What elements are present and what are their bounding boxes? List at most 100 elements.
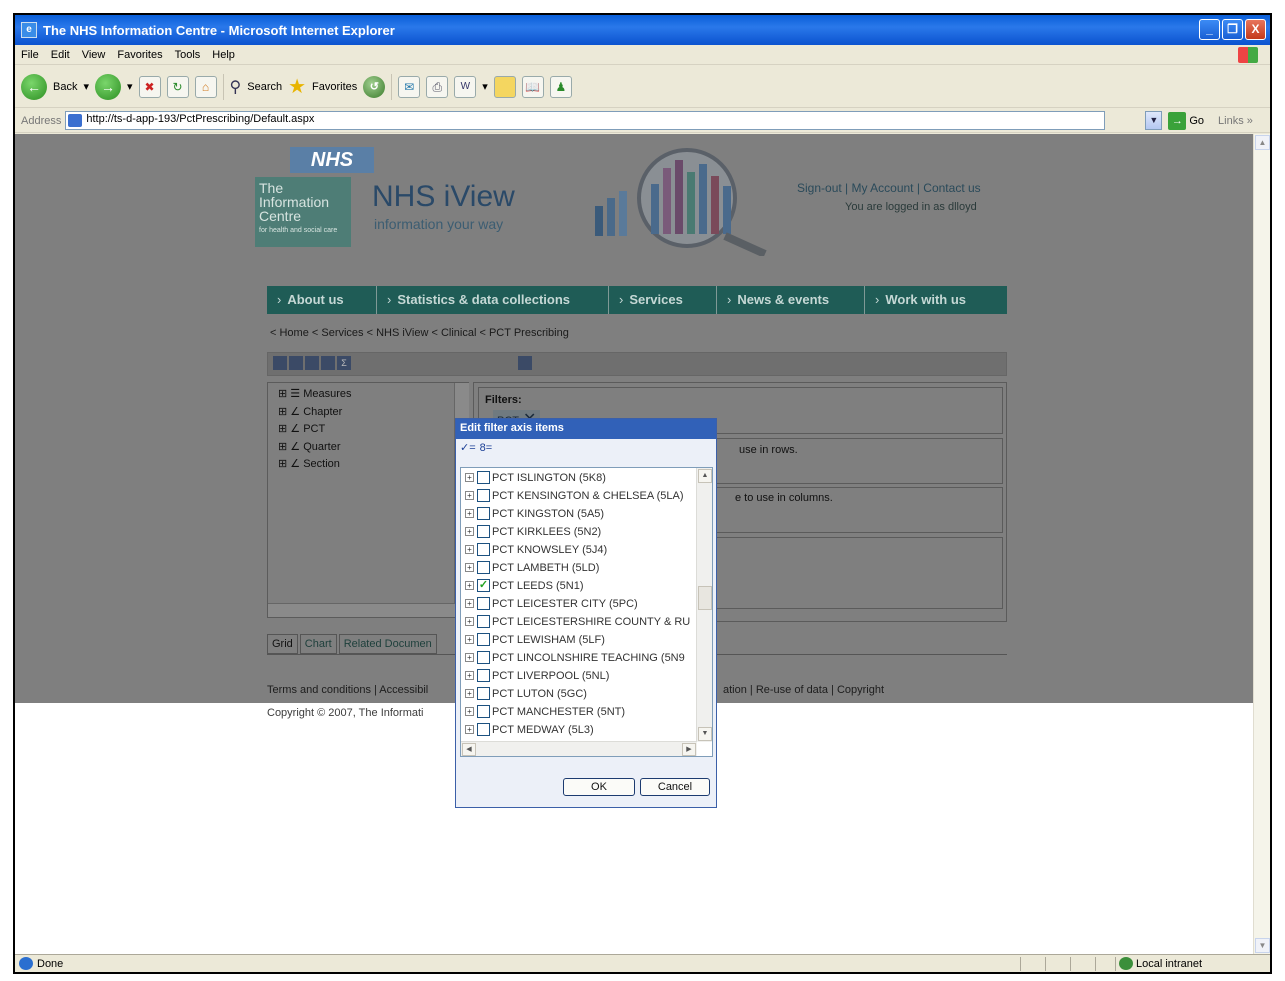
- item-checkbox[interactable]: [477, 543, 490, 556]
- cancel-button[interactable]: Cancel: [640, 778, 710, 796]
- address-dropdown-button[interactable]: ▼: [1145, 111, 1163, 130]
- sum-icon[interactable]: Σ: [337, 356, 351, 370]
- expand-icon[interactable]: +: [465, 509, 474, 518]
- scroll-thumb[interactable]: [698, 586, 712, 610]
- list-item[interactable]: + PCT MEDWAY (5L3): [465, 721, 700, 738]
- list-item[interactable]: + PCT LAMBETH (5LD): [465, 559, 700, 576]
- tab-related-documents[interactable]: Related Documen: [338, 634, 437, 654]
- tree-item-section[interactable]: ⊞ ∠ Section: [278, 457, 340, 470]
- research-icon[interactable]: 📖: [521, 75, 544, 98]
- home-icon[interactable]: ⌂: [194, 75, 217, 98]
- expand-icon[interactable]: +: [465, 581, 474, 590]
- minimize-button[interactable]: _: [1199, 19, 1220, 40]
- scroll-down-icon[interactable]: ▼: [698, 727, 712, 741]
- item-checkbox[interactable]: [477, 669, 490, 682]
- nav-services[interactable]: › Services: [609, 286, 717, 314]
- list-item[interactable]: + PCT LIVERPOOL (5NL): [465, 667, 700, 684]
- ok-button[interactable]: OK: [563, 778, 635, 796]
- expand-icon[interactable]: +: [465, 563, 474, 572]
- search-icon[interactable]: ⚲: [230, 77, 242, 97]
- scroll-left-icon[interactable]: ◀: [462, 743, 476, 756]
- item-checkbox[interactable]: [477, 597, 490, 610]
- menu-tools[interactable]: Tools: [175, 49, 201, 61]
- print-icon[interactable]: ⎙: [426, 75, 449, 98]
- account-links[interactable]: Sign-out | My Account | Contact us: [797, 181, 981, 195]
- menu-edit[interactable]: Edit: [51, 49, 70, 61]
- forward-arrow-icon[interactable]: →: [95, 73, 121, 100]
- search-button-label[interactable]: Search: [247, 81, 282, 93]
- list-horizontal-scrollbar[interactable]: ◀ ▶: [461, 741, 697, 756]
- item-checkbox[interactable]: [477, 705, 490, 718]
- back-arrow-icon[interactable]: ←: [21, 73, 47, 100]
- expand-icon[interactable]: +: [465, 635, 474, 644]
- list-item[interactable]: + PCT LUTON (5GC): [465, 685, 700, 702]
- page-scroll-down-icon[interactable]: ▼: [1255, 938, 1270, 953]
- item-checkbox[interactable]: [477, 525, 490, 538]
- nav-statistics[interactable]: › Statistics & data collections: [377, 286, 609, 314]
- page-vertical-scrollbar[interactable]: ▲ ▼: [1253, 134, 1270, 954]
- list-item[interactable]: + PCT LEWISHAM (5LF): [465, 631, 700, 648]
- list-item[interactable]: + PCT LEICESTER CITY (5PC): [465, 595, 700, 612]
- menu-help[interactable]: Help: [212, 49, 235, 61]
- menu-view[interactable]: View: [82, 49, 106, 61]
- expand-icon[interactable]: +: [465, 617, 474, 626]
- forward-dropdown-icon[interactable]: ▾: [127, 80, 133, 93]
- item-checkbox[interactable]: [477, 651, 490, 664]
- tree-item-quarter[interactable]: ⊞ ∠ Quarter: [278, 440, 341, 453]
- refresh-icon[interactable]: ↻: [166, 75, 189, 98]
- expand-icon[interactable]: +: [465, 707, 474, 716]
- back-button-label[interactable]: Back: [53, 81, 77, 93]
- list-item[interactable]: + PCT LEICESTERSHIRE COUNTY & RU: [465, 613, 700, 630]
- expand-icon[interactable]: +: [465, 473, 474, 482]
- grid-icon[interactable]: [289, 356, 303, 370]
- item-checkbox[interactable]: [477, 471, 490, 484]
- address-input[interactable]: http://ts-d-app-193/PctPrescribing/Defau…: [65, 111, 1106, 130]
- nav-news-events[interactable]: › News & events: [717, 286, 865, 314]
- discuss-icon[interactable]: [493, 75, 516, 98]
- maximize-button[interactable]: ❐: [1222, 19, 1243, 40]
- list-item[interactable]: + PCT KENSINGTON & CHELSEA (5LA): [465, 487, 700, 504]
- expand-icon[interactable]: +: [465, 725, 474, 734]
- item-checkbox[interactable]: [477, 615, 490, 628]
- list-vertical-scrollbar[interactable]: ▲ ▼: [696, 468, 712, 742]
- item-checkbox[interactable]: [477, 723, 490, 736]
- tree-item-chapter[interactable]: ⊞ ∠ Chapter: [278, 405, 342, 418]
- tab-chart[interactable]: Chart: [299, 634, 337, 654]
- list-item[interactable]: + ✓ PCT LEEDS (5N1): [465, 577, 700, 594]
- breadcrumb[interactable]: < Home < Services < NHS iView < Clinical…: [270, 327, 569, 339]
- messenger-icon[interactable]: ♟: [549, 75, 572, 98]
- item-checkbox[interactable]: [477, 561, 490, 574]
- dialog-title[interactable]: Edit filter axis items: [456, 419, 716, 439]
- scroll-right-icon[interactable]: ▶: [682, 743, 696, 756]
- footer-links-left[interactable]: Terms and conditions | Accessibil: [267, 684, 428, 696]
- list-item[interactable]: + PCT KINGSTON (5A5): [465, 505, 700, 522]
- item-checkbox[interactable]: [477, 687, 490, 700]
- favorites-star-icon[interactable]: ★: [288, 74, 306, 99]
- go-button[interactable]: → Go: [1168, 111, 1204, 130]
- nav-work-with-us[interactable]: › Work with us: [865, 286, 1007, 314]
- item-checkbox[interactable]: [477, 633, 490, 646]
- back-dropdown-icon[interactable]: ▾: [83, 80, 89, 93]
- menu-file[interactable]: File: [21, 49, 39, 61]
- expand-icon[interactable]: +: [465, 653, 474, 662]
- tab-grid[interactable]: Grid: [267, 634, 298, 654]
- expand-icon[interactable]: +: [465, 545, 474, 554]
- security-zone[interactable]: Local intranet: [1119, 957, 1202, 970]
- list-item[interactable]: + PCT KNOWSLEY (5J4): [465, 541, 700, 558]
- links-button[interactable]: Links »: [1218, 115, 1253, 127]
- close-button[interactable]: X: [1245, 19, 1266, 40]
- edit-word-icon[interactable]: W: [454, 75, 477, 98]
- list-item[interactable]: + PCT LINCOLNSHIRE TEACHING (5N9: [465, 649, 700, 666]
- item-checkbox[interactable]: [477, 489, 490, 502]
- chart-icon[interactable]: [305, 356, 319, 370]
- deselect-all-icon[interactable]: 8=: [480, 442, 493, 454]
- footer-links-right[interactable]: ation | Re-use of data | Copyright: [723, 684, 884, 696]
- menu-favorites[interactable]: Favorites: [117, 49, 162, 61]
- item-checkbox[interactable]: [477, 507, 490, 520]
- page-scroll-up-icon[interactable]: ▲: [1255, 135, 1270, 150]
- select-all-icon[interactable]: ✓=: [460, 441, 476, 454]
- item-checkbox-checked[interactable]: ✓: [477, 579, 490, 592]
- tree-horizontal-scrollbar[interactable]: [268, 603, 468, 617]
- expand-icon[interactable]: +: [465, 671, 474, 680]
- tree-item-measures[interactable]: ⊞ ☰ Measures: [278, 387, 352, 400]
